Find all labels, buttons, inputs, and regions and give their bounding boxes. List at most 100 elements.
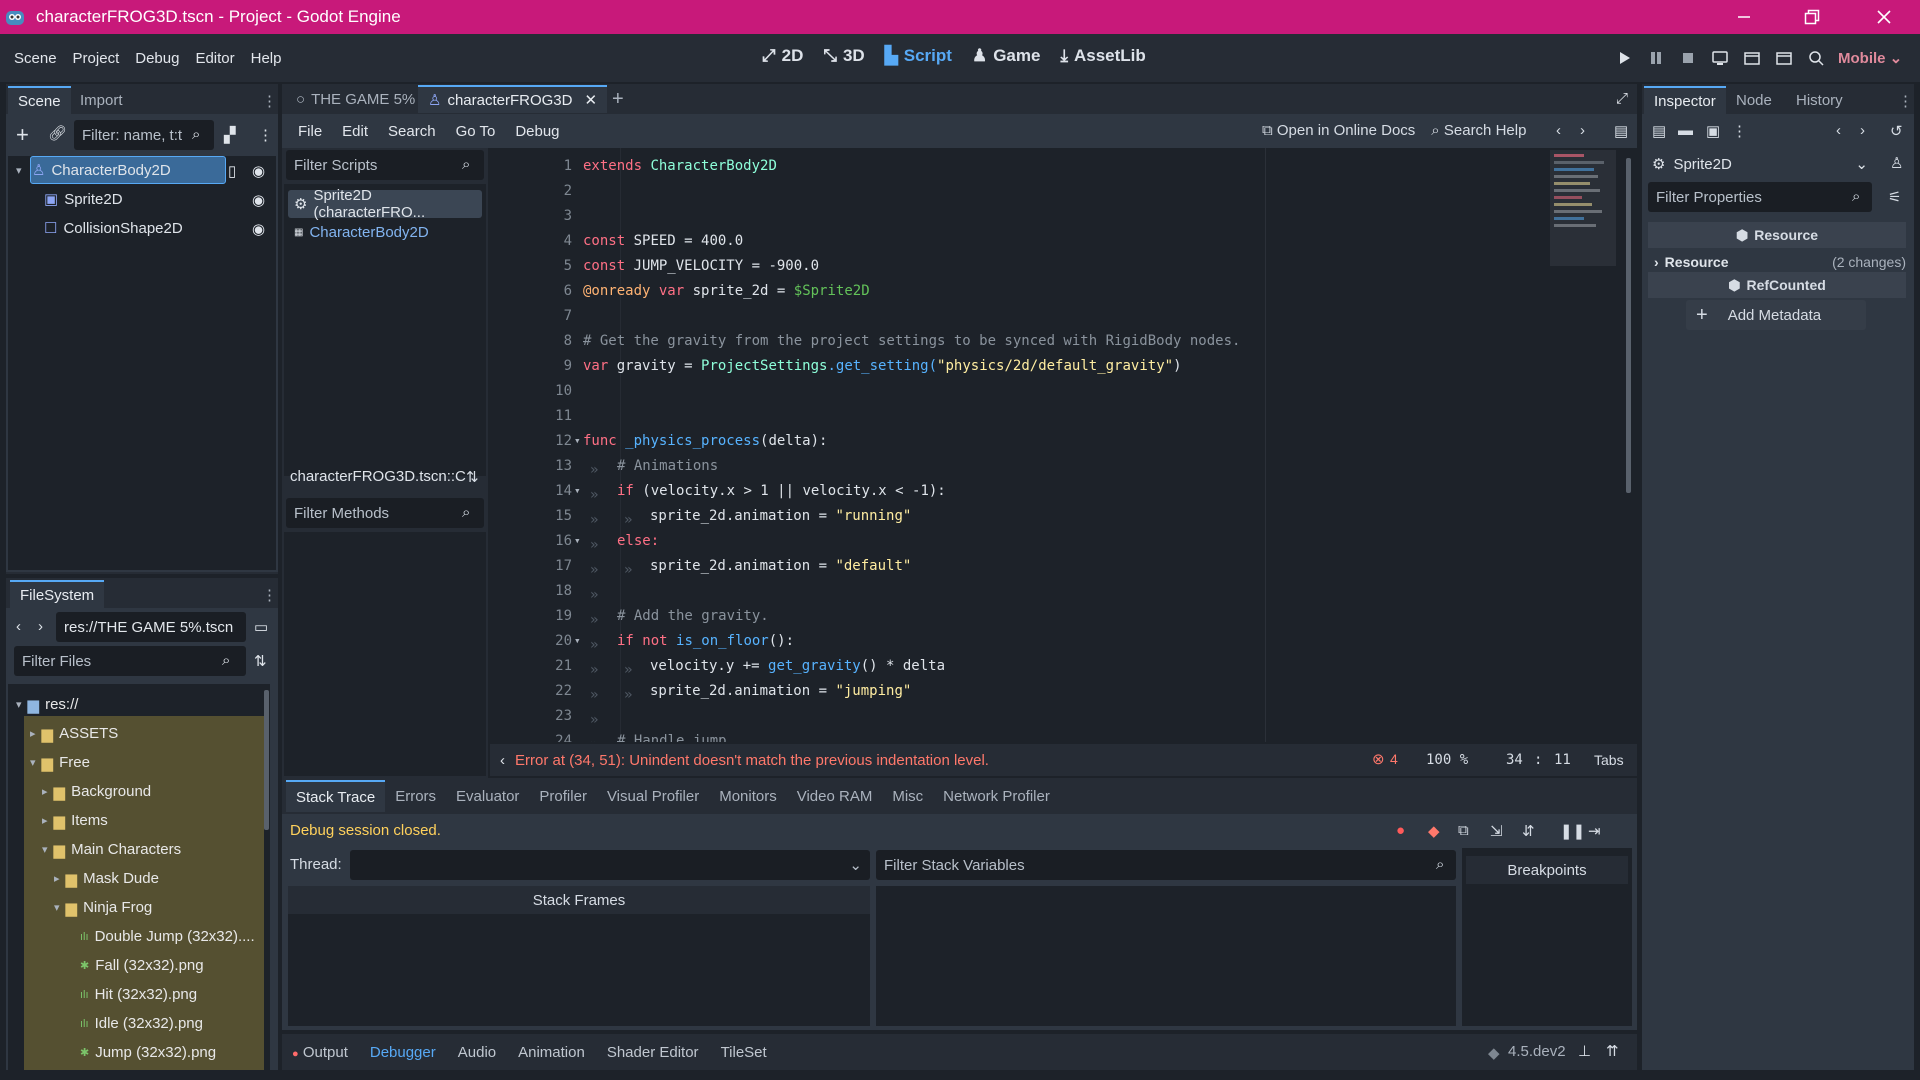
inspected-object-select[interactable]: ⚙ Sprite2D ⌄ [1652,152,1868,176]
object-history-icon[interactable]: ↺ [1890,122,1903,140]
expand-panel-icon[interactable]: ⇈ [1606,1042,1619,1060]
workspace-game[interactable]: ♟ Game [972,46,1041,66]
tab-animation[interactable]: Animation [518,1044,585,1061]
copy-icon[interactable]: ⧉ [1458,822,1469,839]
close-tab-icon[interactable]: ✕ [585,91,598,109]
restore-icon[interactable] [1780,0,1844,34]
stop-icon[interactable] [1672,42,1704,74]
pause-icon[interactable]: ❚❚ [1560,822,1585,840]
tab-inspector[interactable]: Inspector [1644,86,1726,114]
search-help-button[interactable]: ⌕ Search Help [1431,122,1526,139]
visibility-eye-icon[interactable]: ◉ [252,220,265,238]
tab-network-profiler[interactable]: Network Profiler [933,782,1060,810]
toggle-script-list-icon[interactable]: ‹ [500,752,505,769]
file-fall[interactable]: ✱ Fall (32x32).png [80,951,204,980]
kebab-menu-icon[interactable]: ⋮ [262,586,277,604]
continue-icon[interactable]: ⇥ [1588,822,1601,840]
scene-node-characterbody2d[interactable]: ♙ CharacterBody2D [32,158,171,182]
tab-visual-profiler[interactable]: Visual Profiler [597,782,709,810]
folder-mask-dude[interactable]: ▸ ▆ Mask Dude [54,864,159,893]
code-editor[interactable]: 1 2 3 4 5 6 7 8 9 10 11 12 13 14 15 16 17 18 19 20 21 22 23 24 … [490,148,1637,742]
movie-maker-icon[interactable] [1800,42,1832,74]
folder-main-characters[interactable]: ▾ ▆ Main Characters [42,835,181,864]
tab-debugger[interactable]: Debugger [370,1044,436,1061]
add-metadata-button[interactable]: + Add Metadata [1686,300,1866,330]
script-menu-edit[interactable]: Edit [334,123,376,140]
file-double-jump[interactable]: ılı Double Jump (32x32).... [80,922,255,951]
record-icon[interactable]: ● [1396,822,1405,839]
thread-select[interactable]: ⌄ [350,850,870,880]
script-item-characterbody2d[interactable]: ▦ CharacterBody2D [294,220,429,244]
pause-icon[interactable] [1640,42,1672,74]
script-menu-file[interactable]: File [290,123,330,140]
tab-audio[interactable]: Audio [458,1044,496,1061]
filter-stack-variables-input[interactable]: Filter Stack Variables [876,850,1456,880]
add-node-icon[interactable]: + [16,122,29,148]
script-menu-goto[interactable]: Go To [448,123,504,140]
minimize-icon[interactable] [1712,0,1776,34]
stack-variables-tree[interactable] [876,886,1456,1026]
folder-items[interactable]: ▸ ▆ Items [42,806,108,835]
history-back-icon[interactable]: ‹ [1836,122,1841,139]
file-hit[interactable]: ılı Hit (32x32).png [80,980,197,1009]
fold-arrow-icon[interactable]: ▾ [574,534,581,547]
fold-arrow-icon[interactable]: ▾ [574,484,581,497]
forward-icon[interactable]: › [38,618,43,635]
resource-group[interactable]: › Resource (2 changes) [1654,250,1906,274]
indent-mode[interactable]: Tabs [1594,752,1624,768]
kebab-menu-icon[interactable]: ⋮ [262,92,277,110]
fold-arrow-icon[interactable]: ▾ [574,634,581,647]
attach-script-icon[interactable]: ▞ [224,126,236,144]
close-icon[interactable] [1852,0,1916,34]
error-icon[interactable]: ⊗ [1372,750,1385,768]
node-info-icon[interactable]: ♙ [1890,154,1903,172]
tab-errors[interactable]: Errors [385,782,446,810]
back-icon[interactable]: ‹ [16,618,21,635]
step-over-icon[interactable]: ⇵ [1522,822,1535,840]
history-forward-icon[interactable]: › [1580,122,1585,139]
tab-scene[interactable]: Scene [8,86,71,114]
workspace-assetlib[interactable]: ⤓ AssetLib [1060,46,1145,66]
script-icon[interactable]: ▯ [228,162,236,180]
tab-import[interactable]: Import [70,86,133,114]
open-folder-icon[interactable]: ▬ [1678,122,1693,139]
tab-node[interactable]: Node [1726,86,1782,114]
filesystem-scrollbar[interactable] [264,690,269,830]
tab-monitors[interactable]: Monitors [709,782,787,810]
chevron-down-icon[interactable]: ▾ [16,164,22,177]
folder-ninja-frog[interactable]: ▾ ▆ Ninja Frog [54,893,152,922]
stack-frames-list[interactable]: Stack Frames [288,886,870,1026]
tab-stack-trace[interactable]: Stack Trace [286,780,386,812]
menu-project[interactable]: Project [65,50,128,67]
tab-filesystem[interactable]: FileSystem [10,580,105,608]
history-forward-icon[interactable]: › [1860,122,1865,139]
script-menu-debug[interactable]: Debug [507,123,567,140]
link-icon[interactable]: 🔗︎ [48,124,67,142]
folder-assets[interactable]: ▸ ▆ ASSETS [30,719,118,748]
property-options-icon[interactable]: ⚟ [1888,188,1901,206]
visibility-eye-icon[interactable]: ◉ [252,162,265,180]
play-scene-icon[interactable] [1736,42,1768,74]
tab-history[interactable]: History [1786,86,1853,114]
workspace-3d[interactable]: ⤡ 3D [823,46,864,66]
kebab-menu-icon[interactable]: ⋮ [1898,92,1913,110]
workspace-script[interactable]: ▙ Script [885,46,952,66]
filter-methods-input[interactable]: Filter Methods [286,498,484,528]
breakpoint-icon[interactable]: ◆ [1428,822,1440,840]
workspace-2d[interactable]: ⤢ 2D [762,46,803,66]
breakpoints-list[interactable]: Breakpoints [1462,848,1632,1026]
tab-tileset[interactable]: TileSet [721,1044,767,1061]
toggle-scripts-panel-icon[interactable]: ▤ [1614,122,1628,140]
filter-scripts-input[interactable]: Filter Scripts [286,150,484,180]
zoom-level[interactable]: 100 % [1426,752,1468,768]
visibility-eye-icon[interactable]: ◉ [252,191,265,209]
tab-characterfrog3d[interactable]: ♙ characterFROG3D ✕ [418,85,608,113]
sort-icon[interactable]: ⇅ [466,468,479,486]
pin-icon[interactable]: ⊥ [1578,1042,1591,1060]
split-view-icon[interactable]: ▭ [254,618,268,636]
remote-debug-icon[interactable] [1704,42,1736,74]
folder-background[interactable]: ▸ ▆ Background [42,777,151,806]
script-item-sprite2d[interactable]: ⚙ Sprite2D (characterFRO... [288,187,482,221]
filesystem-path-field[interactable]: res://THE GAME 5%.tscn [56,612,246,642]
scene-node-sprite2d[interactable]: ▣ Sprite2D [44,187,123,211]
